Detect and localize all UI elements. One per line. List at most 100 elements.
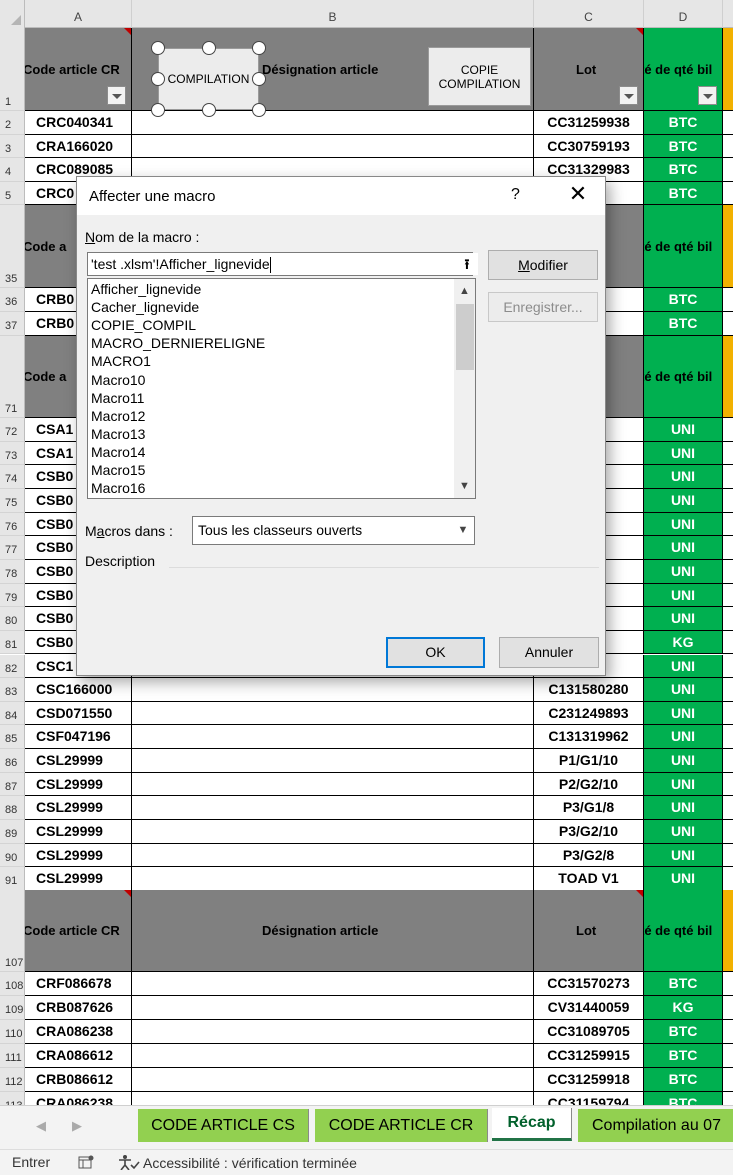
cell-qte-unit[interactable]: BTC <box>644 972 723 996</box>
cell-lot[interactable]: P2/G2/10 <box>534 772 644 797</box>
cell-e[interactable] <box>723 1068 733 1092</box>
row-number[interactable]: 113 <box>0 1092 25 1105</box>
cell-qte-unit[interactable]: UNI <box>644 441 723 466</box>
scroll-up-arrow-icon[interactable]: ▲ <box>454 282 475 300</box>
accessibility-icon[interactable] <box>118 1154 140 1171</box>
cell-qte-unit[interactable]: UNI <box>644 559 723 584</box>
tab-prev-icon[interactable]: ◀ <box>36 1118 46 1134</box>
cell-code-article[interactable]: CSL29999 <box>25 867 132 891</box>
cell-designation[interactable] <box>132 820 534 844</box>
macro-list-item[interactable]: Macro12 <box>91 408 145 424</box>
cell-code-article[interactable]: CRC040341 <box>25 111 132 135</box>
cell-qte-unit[interactable]: UNI <box>644 418 723 442</box>
macro-record-icon[interactable] <box>78 1155 94 1169</box>
cell-qte-unit[interactable]: UNI <box>644 607 723 631</box>
row-number[interactable]: 35 <box>0 205 25 288</box>
cell-qte-unit[interactable]: UNI <box>644 796 723 821</box>
cell-code-article[interactable]: CSL29999 <box>25 796 132 821</box>
cell-qte-unit[interactable]: BTC <box>644 1020 723 1044</box>
cell-qte-unit[interactable]: UNI <box>644 867 723 891</box>
worksheet[interactable]: A B C D 1 Code article CR Désignation ar… <box>0 0 733 1105</box>
macro-list-scrollbar[interactable]: ▲ ▼ <box>454 279 475 498</box>
row-number[interactable]: 107 <box>0 890 25 972</box>
cell-qte-unit[interactable]: BTC <box>644 111 723 135</box>
cell-e[interactable] <box>723 867 733 891</box>
cell-qte-unit[interactable]: UNI <box>644 583 723 608</box>
cell-qte-unit[interactable]: KG <box>644 630 723 655</box>
header-cell-qte[interactable]: té de qté bil <box>644 205 723 288</box>
cell-designation[interactable] <box>132 996 534 1020</box>
cell-e[interactable] <box>723 630 733 655</box>
tab-compilation[interactable]: Compilation au 07 <box>578 1109 733 1142</box>
cell-e[interactable] <box>723 158 733 182</box>
header-cell-lot[interactable]: Lot <box>534 28 644 111</box>
annuler-button[interactable]: Annuler <box>499 637 599 668</box>
row-number[interactable]: 5 <box>0 181 25 205</box>
help-button[interactable]: ? <box>511 186 520 204</box>
cell-lot[interactable]: CV31440059 <box>534 996 644 1020</box>
filter-dropdown-button[interactable] <box>107 86 126 105</box>
cell-lot[interactable]: CC31259938 <box>534 111 644 135</box>
cell-e[interactable] <box>723 312 733 336</box>
cell-lot[interactable]: CC31159794 <box>534 1092 644 1105</box>
resize-handle[interactable] <box>252 41 266 55</box>
cell-lot[interactable]: C131580280 <box>534 678 644 702</box>
macro-list-item[interactable]: MACRO_DERNIERELIGNE <box>91 335 265 351</box>
macro-list-item[interactable]: MACRO1 <box>91 353 151 369</box>
cell-designation[interactable] <box>132 701 534 726</box>
cell-qte-unit[interactable]: UNI <box>644 843 723 868</box>
row-number[interactable]: 87 <box>0 772 25 797</box>
cell-qte-unit[interactable]: BTC <box>644 312 723 336</box>
cell-code-article[interactable]: CRA086612 <box>25 1044 132 1068</box>
cell-lot[interactable]: P3/G2/8 <box>534 843 644 868</box>
row-number[interactable]: 36 <box>0 288 25 312</box>
scroll-thumb[interactable] <box>456 304 474 370</box>
cell-e[interactable] <box>723 559 733 584</box>
compilation-shape-button[interactable]: COMPILATION <box>158 48 259 110</box>
cell-code-article[interactable]: CSF047196 <box>25 725 132 750</box>
cell-e[interactable] <box>723 678 733 702</box>
macro-list-item[interactable]: COPIE_COMPIL <box>91 317 196 333</box>
cell-e[interactable] <box>723 996 733 1020</box>
header-cell-code-article[interactable]: Code article CR <box>25 28 132 111</box>
cell-lot[interactable]: CC31259918 <box>534 1068 644 1092</box>
header-cell-e[interactable] <box>723 28 733 111</box>
row-number[interactable]: 80 <box>0 607 25 631</box>
cell-e[interactable] <box>723 488 733 513</box>
cell-qte-unit[interactable]: BTC <box>644 134 723 158</box>
cell-qte-unit[interactable]: BTC <box>644 1068 723 1092</box>
row-number[interactable]: 3 <box>0 134 25 158</box>
row-number[interactable]: 111 <box>0 1044 25 1068</box>
row-number[interactable]: 86 <box>0 749 25 773</box>
macro-list-item[interactable]: Afficher_lignevide <box>91 281 201 297</box>
cell-designation[interactable] <box>132 867 534 891</box>
cell-e[interactable] <box>723 536 733 560</box>
cell-e[interactable] <box>723 772 733 797</box>
cell-lot[interactable]: TOAD V1 <box>534 867 644 891</box>
header-cell-e[interactable] <box>723 205 733 288</box>
cell-qte-unit[interactable]: UNI <box>644 701 723 726</box>
cell-code-article[interactable]: CSD071550 <box>25 701 132 726</box>
cell-e[interactable] <box>723 441 733 466</box>
cell-e[interactable] <box>723 1044 733 1068</box>
ok-button[interactable]: OK <box>386 637 485 668</box>
row-number[interactable]: 85 <box>0 725 25 750</box>
cell-designation[interactable] <box>132 1020 534 1044</box>
cell-qte-unit[interactable]: BTC <box>644 181 723 205</box>
row-number[interactable]: 37 <box>0 312 25 336</box>
cell-designation[interactable] <box>132 1068 534 1092</box>
cell-qte-unit[interactable]: KG <box>644 996 723 1020</box>
row-number[interactable]: 90 <box>0 843 25 868</box>
macro-list-item[interactable]: Macro16 <box>91 480 145 496</box>
header-cell-e[interactable] <box>723 890 733 972</box>
header-cell-code-article[interactable]: Code article CR <box>25 890 132 972</box>
cell-designation[interactable] <box>132 772 534 797</box>
header-cell-qte[interactable]: té de qté bil <box>644 890 723 972</box>
macro-list-item[interactable]: Cacher_lignevide <box>91 299 199 315</box>
cell-designation[interactable] <box>132 796 534 821</box>
cell-code-article[interactable]: CRF086678 <box>25 972 132 996</box>
cell-lot[interactable]: CC31259915 <box>534 1044 644 1068</box>
cell-qte-unit[interactable]: UNI <box>644 536 723 560</box>
macro-list-item[interactable]: Macro14 <box>91 444 145 460</box>
row-number[interactable]: 2 <box>0 111 25 135</box>
